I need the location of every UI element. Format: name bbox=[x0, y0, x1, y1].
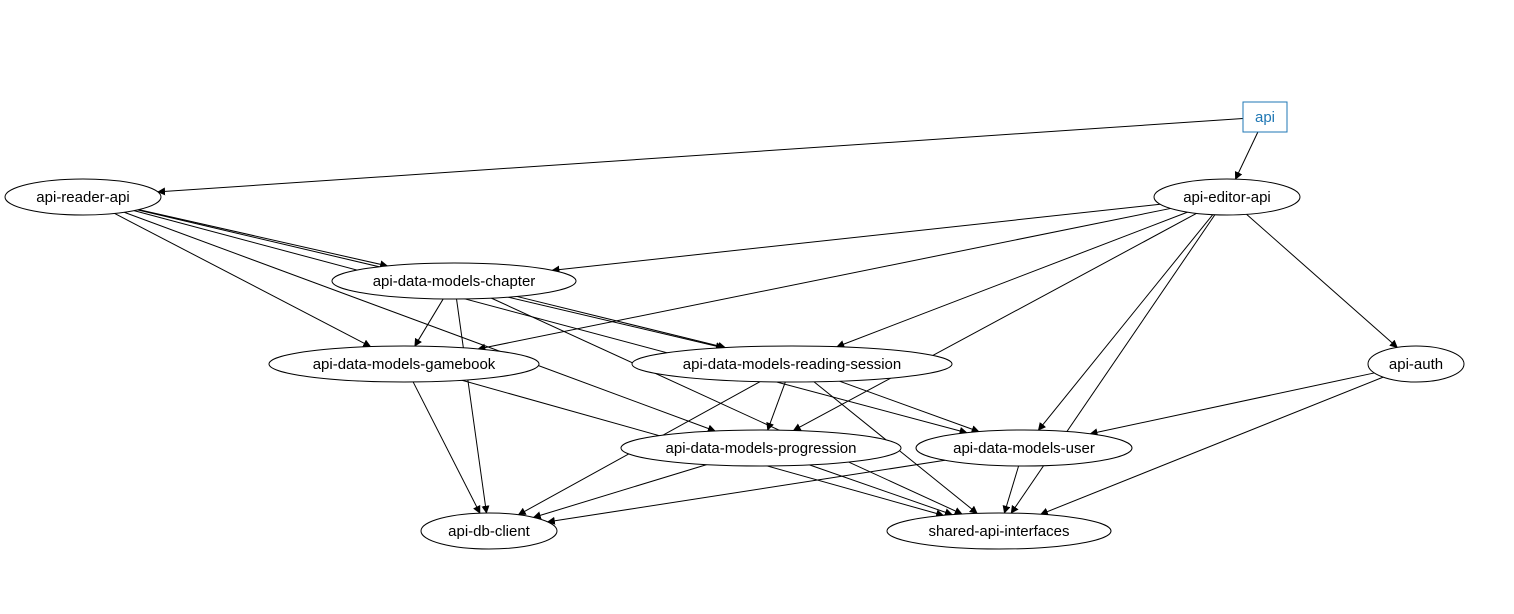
edge-auth-to-user bbox=[1090, 373, 1374, 434]
node-dbclient[interactable]: api-db-client bbox=[421, 513, 557, 549]
edge-chapter-to-interfaces bbox=[491, 298, 962, 514]
node-user[interactable]: api-data-models-user bbox=[916, 430, 1132, 466]
edge-reader-to-chapter bbox=[139, 210, 388, 266]
edge-editor-to-auth bbox=[1247, 214, 1398, 347]
edge-chapter-to-dbclient bbox=[457, 299, 487, 513]
node-gamebook[interactable]: api-data-models-gamebook bbox=[269, 346, 539, 382]
edge-reading-to-progression bbox=[768, 382, 786, 430]
edge-editor-to-interfaces bbox=[1011, 215, 1215, 513]
node-chapter[interactable]: api-data-models-chapter bbox=[332, 263, 576, 299]
edge-api-to-reader bbox=[158, 118, 1243, 191]
node-progression[interactable]: api-data-models-progression bbox=[621, 430, 901, 466]
node-api[interactable]: api bbox=[1243, 102, 1287, 132]
node-reading[interactable]: api-data-models-reading-session bbox=[632, 346, 952, 382]
edge-reader-to-progression bbox=[124, 212, 715, 431]
edge-editor-to-gamebook bbox=[478, 208, 1171, 349]
edge-api-to-editor bbox=[1235, 132, 1257, 179]
edge-gamebook-to-dbclient bbox=[413, 382, 480, 513]
edge-editor-to-user bbox=[1038, 215, 1212, 431]
node-auth[interactable]: api-auth bbox=[1368, 346, 1464, 382]
edge-editor-to-progression bbox=[794, 213, 1197, 430]
edge-progression-to-interfaces bbox=[809, 465, 952, 515]
edge-reader-to-user bbox=[134, 211, 967, 433]
edge-editor-to-reading bbox=[837, 212, 1188, 347]
edge-reading-to-user bbox=[839, 381, 978, 431]
node-interfaces[interactable]: shared-api-interfaces bbox=[887, 513, 1111, 549]
edge-progression-to-dbclient bbox=[534, 465, 707, 518]
edge-chapter-to-reading bbox=[517, 296, 726, 347]
node-reader[interactable]: api-reader-api bbox=[5, 179, 161, 215]
dependency-graph: api api-reader-api api-editor-api api-data-… bbox=[0, 0, 1514, 614]
edge-editor-to-chapter bbox=[552, 204, 1160, 270]
edge-chapter-to-gamebook bbox=[415, 299, 443, 346]
node-editor[interactable]: api-editor-api bbox=[1154, 179, 1300, 215]
